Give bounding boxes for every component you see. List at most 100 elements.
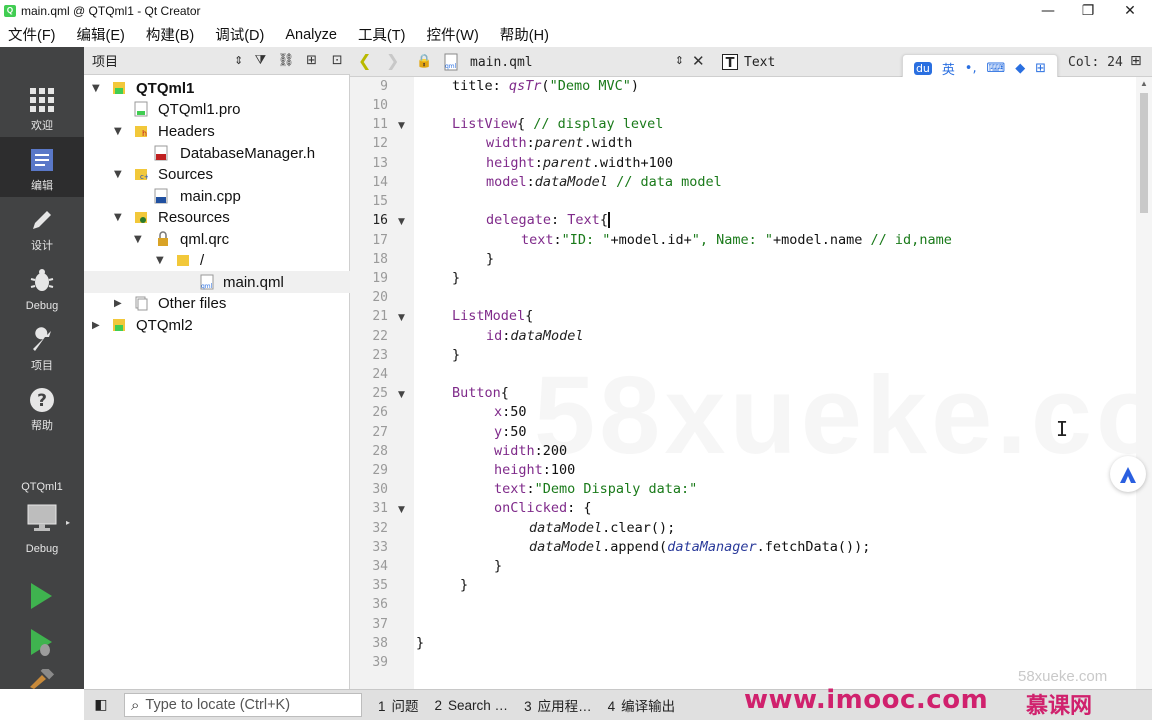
debug-run-icon[interactable] xyxy=(26,625,56,659)
code-token: Text xyxy=(567,212,600,228)
title-bar: Q main.qml @ QTQml1 - Qt Creator — ❐ ✕ xyxy=(0,0,1152,22)
ime-logo-icon[interactable]: du xyxy=(913,61,932,75)
tree-item-root-prefix[interactable]: ▼ / xyxy=(84,249,350,271)
back-icon[interactable]: ❮ xyxy=(358,51,371,70)
output-tab-number: 1 xyxy=(378,699,386,714)
menu-bar: 文件(F) 编辑(E) 构建(B) 调试(D) Analyze 工具(T) 控件… xyxy=(0,22,1152,47)
menu-debug[interactable]: 调试(D) xyxy=(213,24,266,45)
menu-analyze[interactable]: Analyze xyxy=(283,27,339,43)
fold-marker-icon[interactable]: ▼ xyxy=(398,313,405,323)
fold-marker-icon[interactable]: ▼ xyxy=(398,505,405,515)
output-tab-search[interactable]: 2 Search … xyxy=(435,698,509,713)
editor-scrollbar[interactable]: ▲ xyxy=(1136,77,1152,689)
kit-project-label: QTQml1 xyxy=(21,481,63,493)
minimize-button[interactable]: — xyxy=(1030,0,1066,22)
forward-icon[interactable]: ❯ xyxy=(386,51,399,70)
menu-edit[interactable]: 编辑(E) xyxy=(75,24,127,45)
code-editor[interactable]: 58xueke.com title: qsTr("Demo MVC") List… xyxy=(414,77,1136,689)
symbol-combo[interactable]: T Text xyxy=(722,51,775,73)
output-tab-app-output[interactable]: 3 应用程… xyxy=(524,695,592,715)
ime-keyboard-icon[interactable]: ⌨ xyxy=(987,61,1006,76)
collapse-arrow-icon[interactable]: ▶ xyxy=(114,298,124,309)
tree-item-headers[interactable]: ▼ h Headers xyxy=(84,120,350,142)
fold-marker-icon[interactable]: ▼ xyxy=(398,217,405,227)
floating-assistant-button[interactable] xyxy=(1110,456,1146,492)
grid-icon xyxy=(30,88,54,112)
output-tab-issues[interactable]: 1 问题 xyxy=(378,695,419,715)
mode-debug[interactable]: Debug xyxy=(0,257,84,317)
mode-projects[interactable]: 项目 xyxy=(0,317,84,377)
project-pane-title[interactable]: 项目 xyxy=(92,51,230,70)
document-icon xyxy=(31,149,53,171)
line-number: 23 xyxy=(372,348,388,363)
menu-file[interactable]: 文件(F) xyxy=(6,24,58,45)
menu-widgets[interactable]: 控件(W) xyxy=(424,24,480,45)
fold-marker-icon[interactable]: ▼ xyxy=(398,390,405,400)
ime-punctuation-icon[interactable]: •, xyxy=(965,61,977,76)
close-pane-icon[interactable]: ⊡ xyxy=(324,49,350,73)
tree-item-qtqml1[interactable]: ▼ QTQml1 xyxy=(84,77,350,99)
locator-input[interactable]: ⌕ Type to locate (Ctrl+K) xyxy=(124,693,362,717)
maximize-button[interactable]: ❐ xyxy=(1070,0,1106,22)
menu-build[interactable]: 构建(B) xyxy=(144,24,196,45)
tree-item-pro-file[interactable]: QTQml1.pro xyxy=(84,98,350,120)
resources-folder-icon xyxy=(135,212,147,223)
line-number: 21 xyxy=(372,309,388,324)
monitor-icon[interactable] xyxy=(26,503,58,533)
tree-item-main-qml[interactable]: qml main.qml xyxy=(84,271,350,293)
tree-item-label: Resources xyxy=(158,208,230,226)
run-icon[interactable] xyxy=(26,579,56,613)
expand-arrow-icon[interactable]: ▼ xyxy=(114,126,124,137)
line-number: 13 xyxy=(372,156,388,171)
expand-arrow-icon[interactable]: ▼ xyxy=(92,83,102,94)
line-number: 15 xyxy=(372,194,388,209)
code-token: qsTr xyxy=(508,78,542,94)
code-token: title: xyxy=(452,78,509,94)
mode-help[interactable]: ? 帮助 xyxy=(0,377,84,437)
code-token: parent xyxy=(542,155,592,171)
ime-voice-icon[interactable]: ◆ xyxy=(1015,61,1025,76)
code-line-13: height:parent.width+100 xyxy=(486,155,673,171)
folder-icon xyxy=(177,255,189,266)
filter-icon[interactable]: ⧩ xyxy=(248,49,274,73)
split-icon[interactable]: ⊞ xyxy=(299,49,325,73)
tree-item-sources[interactable]: ▼ c+ Sources xyxy=(84,163,350,185)
svg-text:?: ? xyxy=(37,391,47,411)
output-tab-compile-output[interactable]: 4 编译输出 xyxy=(608,695,676,715)
tree-item-main-cpp[interactable]: main.cpp xyxy=(84,185,350,207)
line-number: 17 xyxy=(372,233,388,248)
tree-item-qtqml2[interactable]: ▶ QTQml2 xyxy=(84,314,350,336)
mode-edit[interactable]: 编辑 xyxy=(0,137,84,197)
expand-arrow-icon[interactable]: ▼ xyxy=(156,255,166,266)
tree-item-resources[interactable]: ▼ Resources xyxy=(84,206,350,228)
link-icon[interactable]: ⛓ xyxy=(273,49,299,73)
svg-text:T: T xyxy=(726,56,735,70)
scrollbar-thumb[interactable] xyxy=(1140,93,1148,213)
expand-arrow-icon[interactable]: ▼ xyxy=(134,234,144,245)
mode-welcome[interactable]: 欢迎 xyxy=(0,77,84,137)
menu-help[interactable]: 帮助(H) xyxy=(498,24,551,45)
ime-menu-grid-icon[interactable]: ⊞ xyxy=(1035,61,1046,76)
expand-arrow-icon[interactable]: ▼ xyxy=(114,169,124,180)
qt-project-icon xyxy=(113,319,125,331)
mode-design[interactable]: 设计 xyxy=(0,197,84,257)
code-token: .fetchData()); xyxy=(756,539,871,555)
menu-tools[interactable]: 工具(T) xyxy=(356,24,408,45)
ime-language-toggle[interactable]: 英 xyxy=(942,59,955,78)
close-window-button[interactable]: ✕ xyxy=(1112,0,1148,22)
cpp-file-icon xyxy=(154,188,168,204)
toggle-sidebar-icon[interactable]: ◧ xyxy=(84,690,118,720)
tree-item-databasemanager-h[interactable]: DatabaseManager.h xyxy=(84,142,350,164)
open-documents-combo[interactable]: qml main.qml ⇕ xyxy=(442,50,686,74)
tree-item-qml-qrc[interactable]: ▼ qml.qrc xyxy=(84,228,350,250)
split-editor-icon[interactable]: ⊞ xyxy=(1130,53,1142,69)
fold-marker-icon[interactable]: ▼ xyxy=(398,121,405,131)
close-document-icon[interactable]: ✕ xyxy=(692,52,705,70)
collapse-arrow-icon[interactable]: ▶ xyxy=(92,320,102,331)
tree-item-other-files[interactable]: ▶ Other files xyxy=(84,292,350,314)
scroll-up-icon[interactable]: ▲ xyxy=(1140,79,1148,88)
build-hammer-icon[interactable] xyxy=(26,669,56,689)
project-pane-combo-icon[interactable]: ⇕ xyxy=(230,49,248,73)
expand-arrow-icon[interactable]: ▼ xyxy=(114,212,124,223)
code-token: : xyxy=(526,174,535,190)
